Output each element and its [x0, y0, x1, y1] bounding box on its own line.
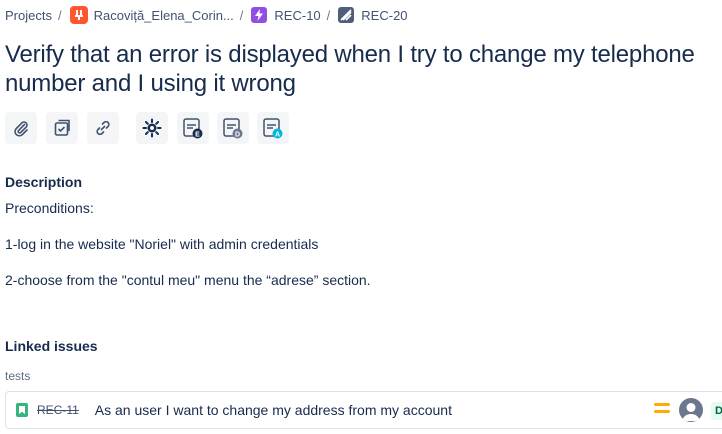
breadcrumb-separator: / [326, 7, 331, 23]
project-avatar-icon [69, 6, 88, 24]
add-child-issue-button[interactable] [46, 112, 78, 144]
breadcrumb-epic[interactable]: REC-10 [274, 8, 320, 23]
settings-app-icon [142, 118, 162, 138]
test-a-icon: A [263, 118, 283, 139]
epic-icon [251, 7, 268, 23]
linked-issue-row[interactable]: REC-11 As an user I want to change my ad… [5, 391, 722, 429]
app-settings-button[interactable] [136, 112, 168, 144]
link-issue-button[interactable] [87, 112, 119, 144]
test-a-button[interactable]: A [257, 112, 289, 144]
test-execution-button[interactable]: E [177, 112, 209, 144]
linked-issue-key[interactable]: REC-11 [37, 403, 79, 417]
description-line[interactable]: 1-log in the website "Noriel" with admin… [5, 236, 318, 252]
checklist-icon [54, 119, 70, 136]
breadcrumb-separator: / [57, 7, 62, 23]
breadcrumb: Projects / Racoviță_Elena_Corin... / REC… [5, 5, 408, 25]
test-d-icon: D [223, 118, 243, 139]
svg-text:D: D [235, 132, 240, 139]
issue-action-toolbar: E D A [5, 112, 297, 144]
attachment-icon [14, 121, 28, 137]
test-issue-type-icon [338, 7, 355, 23]
linked-issues-heading: Linked issues [5, 338, 98, 354]
story-icon [16, 403, 28, 417]
attachment-button[interactable] [5, 112, 37, 144]
link-relation-label: tests [5, 369, 31, 383]
status-badge[interactable]: D [711, 402, 722, 420]
issue-title[interactable]: Verify that an error is displayed when I… [5, 40, 722, 98]
description-line[interactable]: 2-choose from the "contul meu" menu the … [5, 272, 371, 288]
breadcrumb-project[interactable]: Racoviță_Elena_Corin... [94, 8, 234, 23]
linked-issue-summary[interactable]: As an user I want to change my address f… [95, 402, 452, 418]
svg-text:A: A [275, 132, 280, 139]
priority-medium-icon [654, 403, 670, 417]
breadcrumb-separator: / [239, 7, 244, 23]
svg-text:E: E [195, 132, 200, 139]
test-d-button[interactable]: D [217, 112, 249, 144]
breadcrumb-projects[interactable]: Projects [5, 8, 52, 23]
link-icon [96, 120, 110, 136]
description-line[interactable]: Preconditions: [5, 200, 94, 216]
description-heading: Description [5, 174, 83, 190]
assignee-avatar[interactable] [679, 398, 703, 422]
test-execution-icon: E [183, 118, 203, 139]
breadcrumb-issue[interactable]: REC-20 [361, 8, 407, 23]
